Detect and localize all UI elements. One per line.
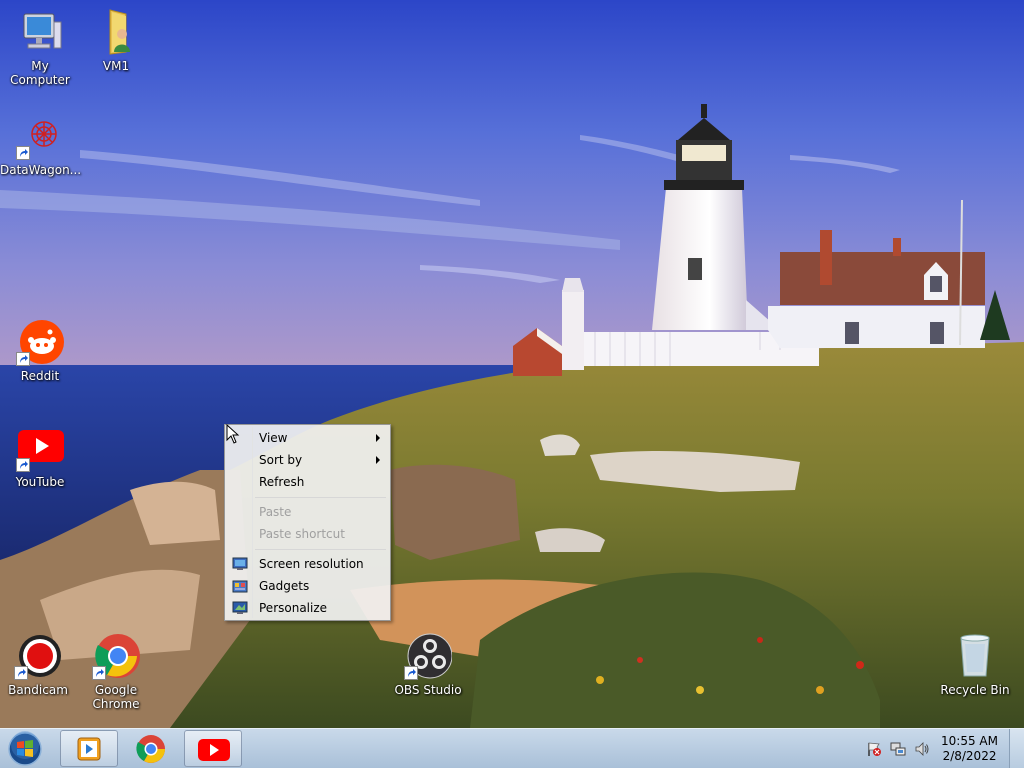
menu-item-paste-shortcut[interactable]: Paste shortcut <box>227 523 388 545</box>
desktop-icon-obs-studio[interactable]: OBS Studio <box>388 632 468 697</box>
menu-item-gadgets[interactable]: Gadgets <box>227 575 388 597</box>
windows-start-icon <box>8 731 42 766</box>
menu-item-view[interactable]: View <box>227 427 388 449</box>
menu-item-label: View <box>259 431 288 445</box>
desktop-icon-label: Reddit <box>20 369 60 383</box>
youtube-icon <box>16 424 64 472</box>
recycle-bin-icon <box>951 632 999 680</box>
desktop-icon-label: Recycle Bin <box>940 683 1010 697</box>
desktop-wallpaper[interactable] <box>0 0 1024 728</box>
user-folder-icon <box>92 8 140 56</box>
menu-item-label: Gadgets <box>259 579 310 593</box>
taskbar-clock[interactable]: 10:55 AM 2/8/2022 <box>941 734 998 764</box>
menu-separator <box>255 497 386 498</box>
start-button[interactable] <box>4 731 46 767</box>
menu-item-paste[interactable]: Paste <box>227 501 388 523</box>
reddit-icon <box>16 318 64 366</box>
mouse-cursor-icon <box>226 424 240 444</box>
screen-resolution-icon <box>232 556 248 572</box>
clock-time: 10:55 AM <box>941 734 998 748</box>
desktop-icon-label: DataWagon... <box>0 163 82 177</box>
menu-item-personalize[interactable]: Personalize <box>227 597 388 619</box>
taskbar-media-player-button[interactable] <box>60 730 118 767</box>
shortcut-arrow-icon <box>14 666 28 680</box>
volume-icon[interactable] <box>914 741 930 757</box>
desktop-icon-label: Google Chrome <box>92 683 140 711</box>
gadgets-icon <box>232 578 248 594</box>
desktop-icon-label: OBS Studio <box>394 683 462 697</box>
menu-separator <box>255 549 386 550</box>
shortcut-arrow-icon <box>16 146 30 160</box>
chrome-icon <box>136 735 165 763</box>
menu-item-label: Sort by <box>259 453 303 467</box>
system-tray: 10:55 AM 2/8/2022 <box>854 729 1024 769</box>
desktop-icon-recycle-bin[interactable]: Recycle Bin <box>935 632 1015 697</box>
menu-item-screen-resolution[interactable]: Screen resolution <box>227 553 388 575</box>
desktop-icon-bandicam[interactable]: Bandicam <box>0 632 78 697</box>
action-center-flag-icon[interactable] <box>866 741 882 757</box>
desktop-icon-google-chrome[interactable]: Google Chrome <box>76 632 156 711</box>
desktop-icon-datawagon[interactable]: DataWagon... <box>0 112 82 177</box>
desktop-icon-label: Bandicam <box>8 683 68 697</box>
datawagon-icon <box>16 112 64 160</box>
taskbar: 10:55 AM 2/8/2022 <box>0 728 1024 768</box>
youtube-icon <box>198 739 230 761</box>
desktop-icon-my-computer[interactable]: My Computer <box>0 8 80 87</box>
show-desktop-button[interactable] <box>1009 729 1024 768</box>
network-icon[interactable] <box>890 741 906 757</box>
desktop-icon-reddit[interactable]: Reddit <box>0 318 80 383</box>
menu-item-label: Paste <box>259 505 292 519</box>
desktop-context-menu: View Sort by Refresh Paste Paste shortcu… <box>224 424 391 621</box>
taskbar-youtube-button[interactable] <box>184 730 242 767</box>
submenu-arrow-icon <box>376 434 380 442</box>
bandicam-icon <box>14 632 62 680</box>
desktop-icon-vm1[interactable]: VM1 <box>76 8 156 73</box>
desktop-icon-label: YouTube <box>15 475 65 489</box>
menu-item-label: Paste shortcut <box>259 527 345 541</box>
menu-item-label: Personalize <box>259 601 328 615</box>
shortcut-arrow-icon <box>404 666 418 680</box>
menu-item-label: Refresh <box>259 475 305 489</box>
menu-item-sort-by[interactable]: Sort by <box>227 449 388 471</box>
taskbar-chrome-button[interactable] <box>122 730 180 767</box>
personalize-icon <box>232 600 248 616</box>
clock-date: 2/8/2022 <box>942 749 997 763</box>
chrome-icon <box>92 632 140 680</box>
submenu-arrow-icon <box>376 456 380 464</box>
desktop-icon-label: VM1 <box>102 59 130 73</box>
media-player-icon <box>77 737 101 761</box>
obs-icon <box>404 632 453 680</box>
desktop-icon-youtube[interactable]: YouTube <box>0 424 80 489</box>
desktop-icon-label: My Computer <box>10 59 70 87</box>
menu-item-refresh[interactable]: Refresh <box>227 471 388 493</box>
shortcut-arrow-icon <box>16 352 30 366</box>
computer-icon <box>16 8 64 56</box>
shortcut-arrow-icon <box>16 458 30 472</box>
menu-item-label: Screen resolution <box>259 557 364 571</box>
shortcut-arrow-icon <box>92 666 106 680</box>
